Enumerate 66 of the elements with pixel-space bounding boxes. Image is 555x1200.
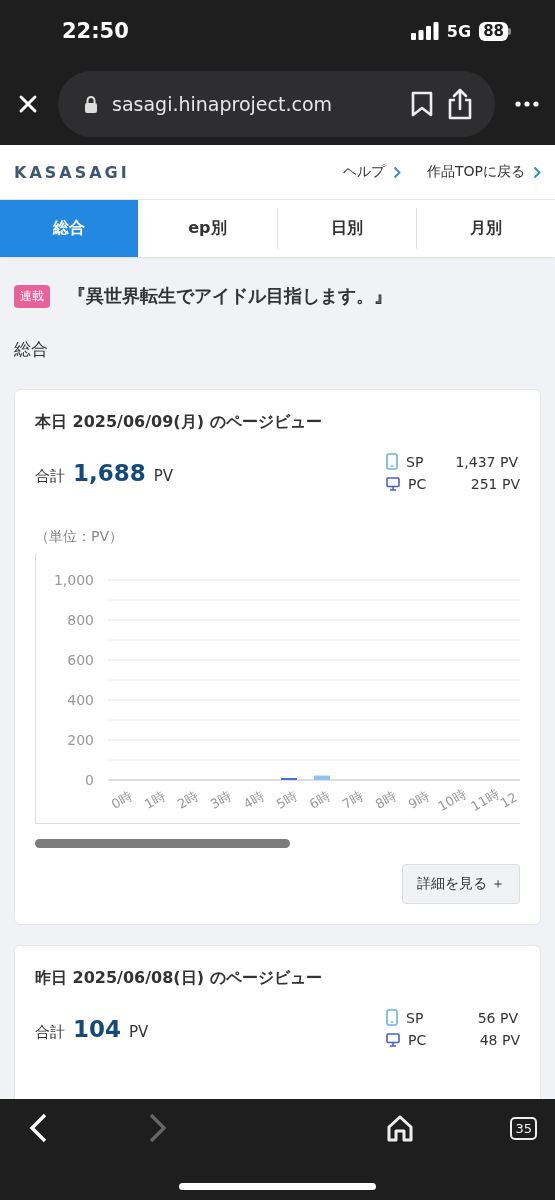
back-icon[interactable] <box>28 1113 48 1143</box>
x-tick-label: 0時 <box>108 788 135 812</box>
x-tick-label: 8時 <box>372 788 399 812</box>
header-link[interactable]: ヘルプ <box>343 163 401 181</box>
more-icon[interactable] <box>515 100 539 107</box>
total-value: 104 <box>73 1015 121 1042</box>
y-tick-label: 800 <box>67 612 94 628</box>
network-label: 5G <box>446 21 472 41</box>
device-label: PC <box>408 476 428 492</box>
y-tick-label: 1,000 <box>53 572 94 588</box>
details-button[interactable]: 詳細を見る ＋ <box>401 864 520 904</box>
x-tick-label: 1時 <box>141 788 168 812</box>
x-tick-label: 7時 <box>339 788 366 812</box>
card-title: 本日 2025/06/09(月) のページビュー <box>35 412 323 433</box>
signal-icon <box>410 22 439 40</box>
device-label: PC <box>408 1032 428 1048</box>
share-icon[interactable] <box>447 87 473 120</box>
header-link[interactable]: 作品TOPに戻る <box>427 163 541 181</box>
home-icon[interactable] <box>386 1114 415 1142</box>
device-label: SP <box>406 1009 425 1026</box>
device-pageviews: 1,437 PV <box>454 453 518 470</box>
unit-caption: （単位：PV） <box>35 528 125 546</box>
url-text: sasagi.hinaproject.com <box>112 92 334 115</box>
x-tick-label: 9時 <box>405 788 432 812</box>
scrollbar[interactable] <box>35 839 290 848</box>
x-tick-label: 5時 <box>273 788 300 812</box>
smartphone-icon <box>386 1009 398 1026</box>
total-unit: PV <box>129 1022 149 1041</box>
close-icon[interactable] <box>18 93 38 114</box>
x-tick-label: 4時 <box>240 788 267 812</box>
section-title: 総合 <box>14 338 49 361</box>
monitor-icon <box>386 1033 400 1047</box>
tab-count-button[interactable]: 35 <box>510 1116 537 1140</box>
chevron-right-icon <box>533 165 541 179</box>
tab[interactable]: 日別 <box>276 208 416 249</box>
clock-time: 22:50 <box>62 19 129 43</box>
y-tick-label: 600 <box>67 652 94 668</box>
monitor-icon <box>386 477 400 491</box>
total-label: 合計 <box>35 1022 65 1042</box>
tab[interactable]: 月別 <box>415 208 555 249</box>
address-bar[interactable]: sasagi.hinaproject.com <box>58 70 495 137</box>
total-label: 合計 <box>35 466 65 486</box>
x-tick-label: 6時 <box>306 788 333 812</box>
battery-indicator: 88 <box>479 21 511 41</box>
tab[interactable]: 総合 <box>0 200 139 257</box>
card-title: 昨日 2025/06/08(日) のページビュー <box>35 968 323 989</box>
serial-tag: 連載 <box>14 284 50 308</box>
x-tick-label: 3時 <box>207 788 234 812</box>
work-title: 『異世界転生でアイドル目指します。』 <box>68 284 392 308</box>
device-pageviews: 56 PV <box>476 1009 518 1026</box>
tab[interactable]: ep別 <box>138 200 277 257</box>
lock-icon <box>84 94 98 113</box>
y-tick-label: 0 <box>85 772 94 788</box>
x-tick-label: 2時 <box>174 788 201 812</box>
site-logo[interactable]: KASASAGI <box>14 162 130 182</box>
total-value: 1,688 <box>73 459 146 486</box>
y-tick-label: 400 <box>67 692 94 708</box>
device-pageviews: 251 PV <box>469 476 520 492</box>
total-unit: PV <box>153 466 174 485</box>
smartphone-icon <box>386 453 398 470</box>
y-tick-label: 200 <box>67 732 94 748</box>
device-label: SP <box>406 453 425 470</box>
bookmark-icon[interactable] <box>411 90 433 117</box>
device-pageviews: 48 PV <box>478 1032 520 1048</box>
chevron-right-icon <box>393 165 401 179</box>
x-tick-label: 10時 <box>435 786 469 814</box>
